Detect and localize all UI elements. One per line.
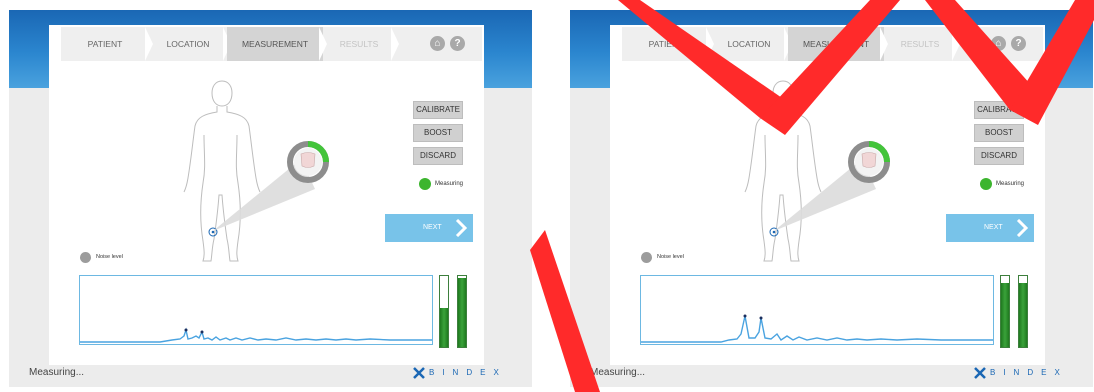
content-card: PATIENT LOCATION MEASUREMENT RESULTS ⌂ ?… — [610, 25, 1045, 365]
noise-level-label: Noise level — [96, 254, 123, 260]
progress-ring — [848, 141, 890, 183]
level-meter-2-fill — [458, 278, 466, 347]
signal-trace — [80, 327, 432, 343]
step-measurement[interactable]: MEASUREMENT — [788, 27, 888, 61]
measuring-status-label: Measuring — [996, 181, 1025, 187]
signal-graph — [640, 275, 994, 345]
brand-name: BINDEX — [990, 368, 1068, 377]
next-button[interactable]: NEXT — [946, 214, 1034, 242]
signal-graph — [79, 275, 433, 345]
level-meter-2 — [457, 275, 467, 348]
status-bar: Measuring... BINDEX — [9, 365, 532, 387]
level-meter-2-fill — [1019, 283, 1027, 347]
home-icon[interactable]: ⌂ — [430, 36, 445, 51]
level-meter-1-fill — [440, 307, 448, 347]
calibrate-button[interactable]: CALIBRATE — [413, 101, 463, 119]
app-window-right: PATIENT LOCATION MEASUREMENT RESULTS ⌂ ?… — [570, 10, 1093, 387]
content-card: PATIENT LOCATION MEASUREMENT RESULTS ⌂ ?… — [49, 25, 484, 365]
discard-button[interactable]: DISCARD — [974, 147, 1024, 165]
status-text: Measuring... — [590, 367, 646, 378]
brand-name: BINDEX — [429, 368, 507, 377]
measuring-status-label: Measuring — [435, 181, 464, 187]
app-window-left: PATIENT LOCATION MEASUREMENT RESULTS ⌂ ?… — [9, 10, 532, 387]
noise-level-dot — [80, 252, 91, 263]
home-icon[interactable]: ⌂ — [991, 36, 1006, 51]
next-button-label: NEXT — [984, 224, 1003, 231]
step-location[interactable]: LOCATION — [149, 27, 231, 61]
step-results: RESULTS — [884, 27, 960, 61]
noise-level-label: Noise level — [657, 254, 684, 260]
step-navigation: PATIENT LOCATION MEASUREMENT RESULTS ⌂ ? — [61, 27, 482, 61]
level-meter-1-fill — [1001, 283, 1009, 347]
status-text: Measuring... — [29, 367, 85, 378]
bindex-logo-icon — [413, 367, 425, 379]
help-icon[interactable]: ? — [1011, 36, 1026, 51]
measuring-status-dot — [980, 178, 992, 190]
bindex-logo-icon — [974, 367, 986, 379]
step-location[interactable]: LOCATION — [710, 27, 792, 61]
boost-button[interactable]: BOOST — [974, 124, 1024, 142]
level-meter-2 — [1018, 275, 1028, 348]
step-navigation: PATIENT LOCATION MEASUREMENT RESULTS ⌂ ? — [622, 27, 1043, 61]
step-patient[interactable]: PATIENT — [61, 27, 153, 61]
step-measurement[interactable]: MEASUREMENT — [227, 27, 327, 61]
calibrate-button[interactable]: CALIBRATE — [974, 101, 1024, 119]
level-meter-1 — [1000, 275, 1010, 348]
step-results: RESULTS — [323, 27, 399, 61]
progress-ring — [287, 141, 329, 183]
help-icon[interactable]: ? — [450, 36, 465, 51]
noise-level-dot — [641, 252, 652, 263]
status-bar: Measuring... BINDEX — [570, 365, 1093, 387]
boost-button[interactable]: BOOST — [413, 124, 463, 142]
chevron-right-icon — [1016, 219, 1028, 237]
level-meter-1 — [439, 275, 449, 348]
next-button-label: NEXT — [423, 224, 442, 231]
measuring-status-dot — [419, 178, 431, 190]
signal-trace — [641, 314, 993, 343]
chevron-right-icon — [455, 219, 467, 237]
step-patient[interactable]: PATIENT — [622, 27, 714, 61]
next-button[interactable]: NEXT — [385, 214, 473, 242]
discard-button[interactable]: DISCARD — [413, 147, 463, 165]
